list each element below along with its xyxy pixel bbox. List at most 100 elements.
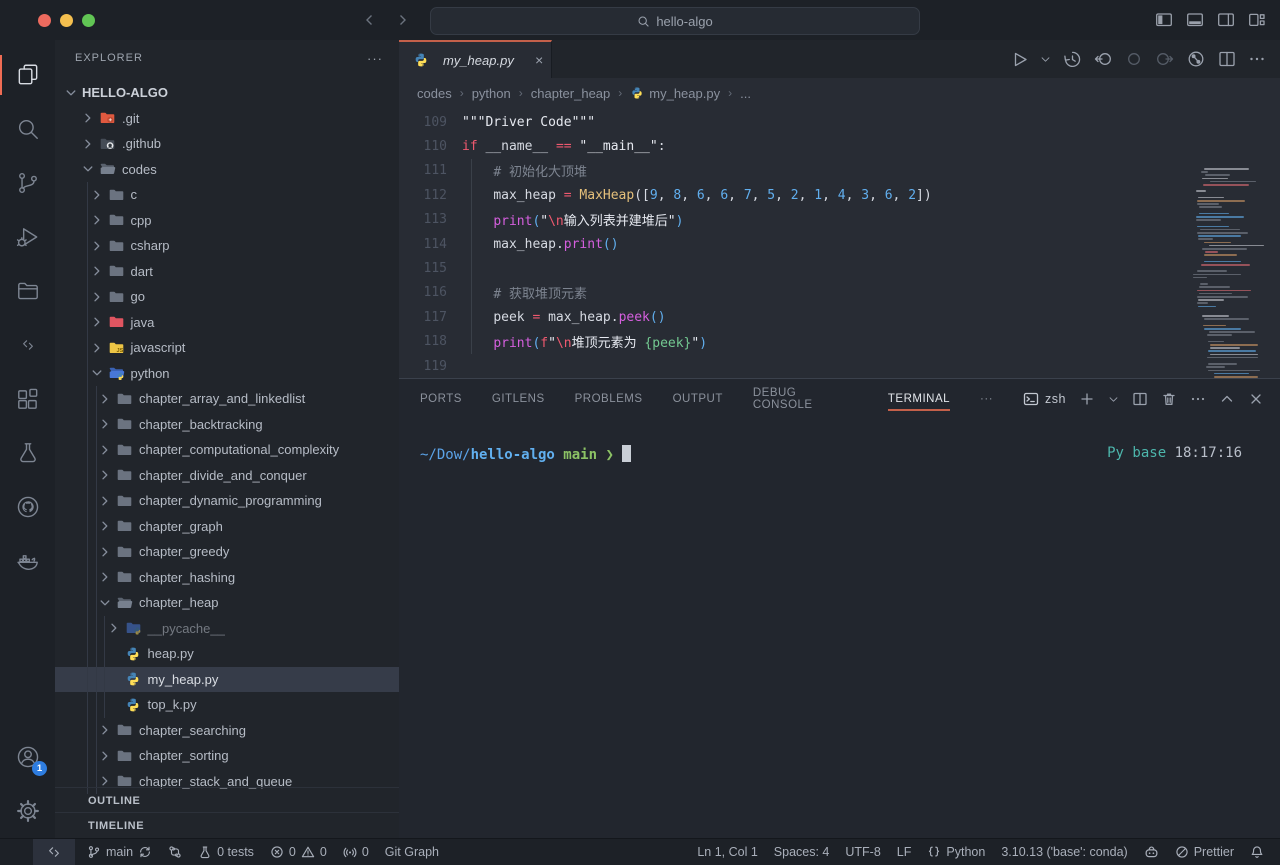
- code-line[interactable]: 114 max_heap.print(): [399, 232, 1280, 256]
- status-copilot[interactable]: [1136, 839, 1167, 865]
- tree-item-chapter_graph[interactable]: chapter_graph: [55, 514, 399, 540]
- activity-bar-item-docker[interactable]: [0, 534, 55, 588]
- panel-tab-problems[interactable]: PROBLEMS: [575, 379, 643, 419]
- tree-item-chapter_backtracking[interactable]: chapter_backtracking: [55, 412, 399, 438]
- line-number[interactable]: 115: [399, 261, 447, 276]
- close-panel-icon[interactable]: [1248, 391, 1264, 407]
- forward-arrow-icon[interactable]: [394, 12, 410, 28]
- code-line[interactable]: 110if __name__ == "__main__":: [399, 134, 1280, 158]
- code-line[interactable]: 119: [399, 354, 1280, 378]
- terminal[interactable]: ~/Dow/hello-algo main ❯ Py base 18:17:16: [399, 419, 1280, 463]
- tree-item-chapter_heap[interactable]: chapter_heap: [55, 590, 399, 616]
- line-number[interactable]: 112: [399, 188, 447, 203]
- status-remote-indicator[interactable]: [33, 839, 75, 865]
- code-line[interactable]: 113 print("\n输入列表并建堆后"): [399, 208, 1280, 232]
- minimize-window-button[interactable]: [60, 14, 73, 27]
- activity-bar-item-testing[interactable]: [0, 426, 55, 480]
- status-problems[interactable]: 00: [262, 839, 335, 865]
- tree-item-chapter_computational_complexity[interactable]: chapter_computational_complexity: [55, 437, 399, 463]
- line-number[interactable]: 117: [399, 310, 447, 325]
- timeline-icon[interactable]: [1062, 49, 1082, 69]
- tree-item-top_k.py[interactable]: top_k.py: [55, 692, 399, 718]
- panel-tab-gitlens[interactable]: GITLENS: [492, 379, 545, 419]
- activity-bar-item-extensions[interactable]: [0, 372, 55, 426]
- status-git-graph[interactable]: Git Graph: [377, 839, 447, 865]
- panel-more-icon[interactable]: [1190, 391, 1206, 407]
- breadcrumb-item-my-heap-py[interactable]: my_heap.py: [630, 86, 720, 101]
- terminal-shell-select[interactable]: zsh: [1023, 391, 1066, 407]
- status-cursor-position[interactable]: Ln 1, Col 1: [689, 839, 765, 865]
- more-icon[interactable]: [1248, 50, 1266, 68]
- change-icon[interactable]: [1124, 49, 1144, 69]
- line-number[interactable]: 110: [399, 139, 447, 154]
- status-eol[interactable]: LF: [889, 839, 920, 865]
- tree-root-hello-algo[interactable]: HELLO-ALGO: [55, 80, 399, 106]
- tab-my-heap-py[interactable]: my_heap.py ×: [399, 40, 552, 78]
- code-line[interactable]: 118 print(f"\n堆顶元素为 {peek}"): [399, 330, 1280, 354]
- status-language-mode[interactable]: Python: [919, 839, 993, 865]
- code-line[interactable]: 115: [399, 256, 1280, 280]
- status-notifications[interactable]: [1242, 839, 1272, 865]
- tree-item-chapter_greedy[interactable]: chapter_greedy: [55, 539, 399, 565]
- tree-item-chapter_array_and_linkedlist[interactable]: chapter_array_and_linkedlist: [55, 386, 399, 412]
- outline-section[interactable]: OUTLINE: [55, 787, 399, 813]
- activity-bar-item-search[interactable]: [0, 102, 55, 156]
- new-terminal-icon[interactable]: [1079, 391, 1095, 407]
- code-line[interactable]: 117 peek = max_heap.peek(): [399, 305, 1280, 329]
- activity-bar-item-github[interactable]: [0, 480, 55, 534]
- activity-bar-item-project[interactable]: [0, 264, 55, 318]
- layout-panel-icon[interactable]: [1186, 11, 1204, 29]
- prev-change-icon[interactable]: [1093, 49, 1113, 69]
- code-line[interactable]: 109"""Driver Code""": [399, 110, 1280, 134]
- run-dropdown-icon[interactable]: [1040, 54, 1051, 65]
- tree-item-dart[interactable]: dart: [55, 259, 399, 285]
- tree-item-chapter_divide_and_conquer[interactable]: chapter_divide_and_conquer: [55, 463, 399, 489]
- tree-item-my_heap.py[interactable]: my_heap.py: [55, 667, 399, 693]
- line-number[interactable]: 111: [399, 163, 447, 178]
- tree-item-.github[interactable]: .github: [55, 131, 399, 157]
- maximize-panel-icon[interactable]: [1219, 391, 1235, 407]
- breadcrumb-item--[interactable]: ...: [740, 86, 751, 101]
- tree-item-cpp[interactable]: cpp: [55, 208, 399, 234]
- close-window-button[interactable]: [38, 14, 51, 27]
- zoom-window-button[interactable]: [82, 14, 95, 27]
- status-prettier[interactable]: Prettier: [1167, 839, 1242, 865]
- status-feedback[interactable]: 0: [335, 839, 377, 865]
- panel-tabs-more-button[interactable]: ···: [980, 379, 993, 419]
- tree-item-__pycache__[interactable]: __pycache__: [55, 616, 399, 642]
- back-arrow-icon[interactable]: [362, 12, 378, 28]
- line-number[interactable]: 113: [399, 212, 447, 227]
- code-editor[interactable]: 109"""Driver Code"""110if __name__ == "_…: [399, 108, 1280, 380]
- tree-item-chapter_dynamic_programming[interactable]: chapter_dynamic_programming: [55, 488, 399, 514]
- code-line[interactable]: 112 max_heap = MaxHeap([9, 8, 6, 6, 7, 5…: [399, 183, 1280, 207]
- line-number[interactable]: 109: [399, 115, 447, 130]
- minimap[interactable]: [1194, 168, 1274, 408]
- activity-bar-item-accounts[interactable]: 1: [0, 730, 55, 784]
- status-python-interpreter[interactable]: 3.10.13 ('base': conda): [993, 839, 1135, 865]
- layout-customize-icon[interactable]: [1248, 11, 1266, 29]
- line-number[interactable]: 116: [399, 285, 447, 300]
- tree-item-codes[interactable]: codes: [55, 157, 399, 183]
- panel-tab-ports[interactable]: PORTS: [420, 379, 462, 419]
- tree-item-.git[interactable]: .git: [55, 106, 399, 132]
- activity-bar-item-run-debug[interactable]: [0, 210, 55, 264]
- tree-item-csharp[interactable]: csharp: [55, 233, 399, 259]
- line-number[interactable]: 119: [399, 359, 447, 374]
- kill-terminal-icon[interactable]: [1161, 391, 1177, 407]
- activity-bar-item-remote[interactable]: [0, 318, 55, 372]
- status-git-branch[interactable]: main: [79, 839, 160, 865]
- next-change-icon[interactable]: [1155, 49, 1175, 69]
- status-encoding[interactable]: UTF-8: [837, 839, 888, 865]
- tree-item-java[interactable]: java: [55, 310, 399, 336]
- run-icon[interactable]: [1009, 49, 1029, 69]
- line-number[interactable]: 118: [399, 334, 447, 349]
- activity-bar-item-settings[interactable]: [0, 784, 55, 838]
- tree-item-javascript[interactable]: JSjavascript: [55, 335, 399, 361]
- split-editor-icon[interactable]: [1217, 49, 1237, 69]
- activity-bar-item-source-control[interactable]: [0, 156, 55, 210]
- split-terminal-icon[interactable]: [1132, 391, 1148, 407]
- status-git-compare[interactable]: [160, 839, 190, 865]
- tree-item-chapter_hashing[interactable]: chapter_hashing: [55, 565, 399, 591]
- tree-item-heap.py[interactable]: heap.py: [55, 641, 399, 667]
- panel-tab-output[interactable]: OUTPUT: [673, 379, 723, 419]
